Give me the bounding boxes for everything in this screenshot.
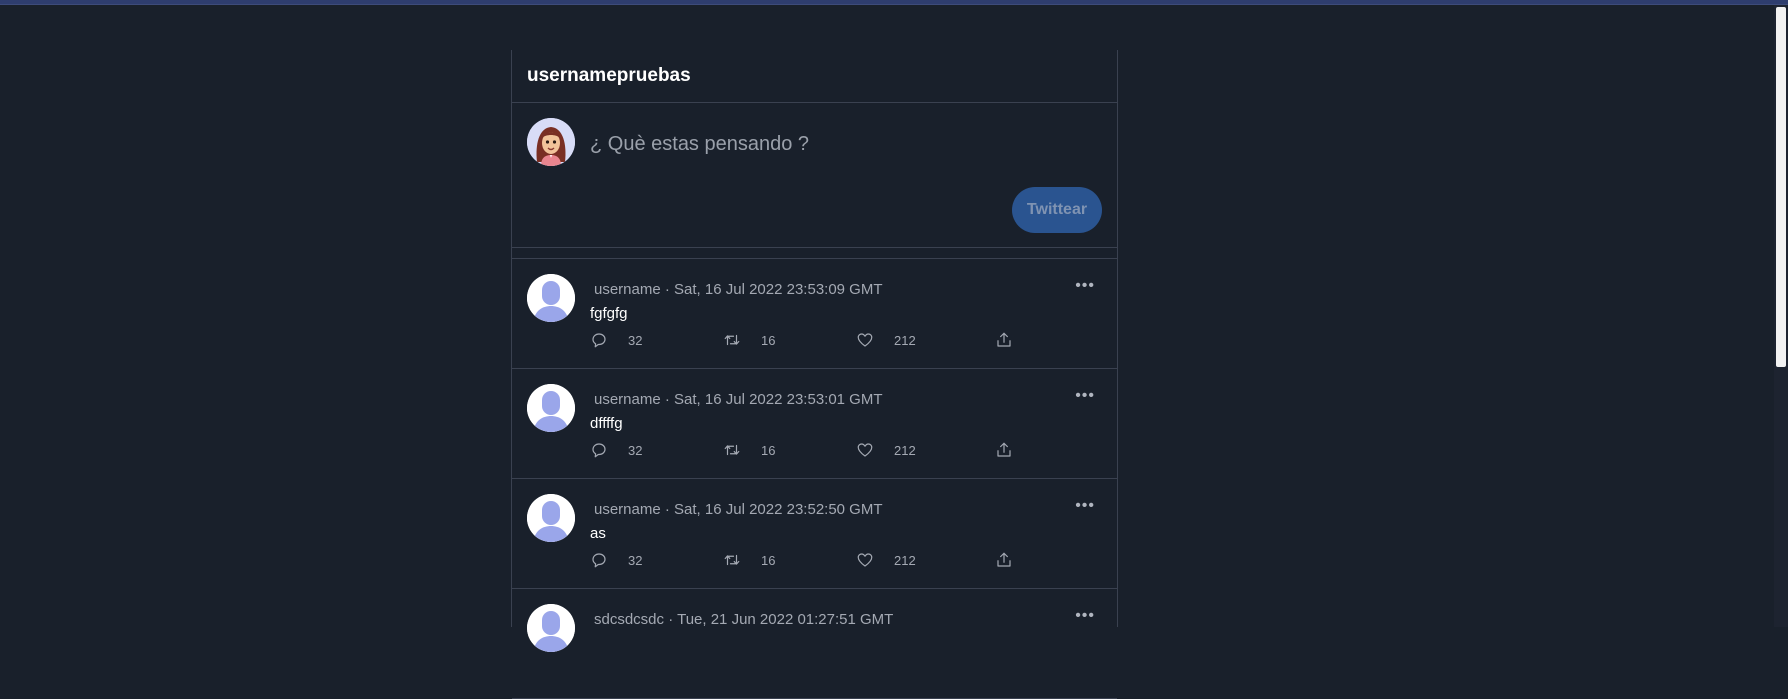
tweet-text: dffffg xyxy=(590,415,623,432)
heart-icon xyxy=(857,333,873,347)
share-icon xyxy=(997,442,1011,457)
tweet-item[interactable]: sdcsdcsdc · Tue, 21 Jun 2022 01:27:51 GM… xyxy=(512,589,1117,699)
like-count: 212 xyxy=(894,442,916,458)
default-avatar[interactable] xyxy=(527,604,575,652)
tweet-username[interactable]: username xyxy=(594,501,661,518)
retweet-button[interactable]: 16 xyxy=(723,331,775,349)
share-button[interactable] xyxy=(995,551,1013,569)
like-count: 212 xyxy=(894,332,916,348)
more-icon[interactable]: ••• xyxy=(1075,497,1095,515)
more-icon[interactable]: ••• xyxy=(1075,607,1095,625)
retweet-icon xyxy=(724,554,740,566)
tweet-actions: 32 16 212 xyxy=(590,441,1050,461)
retweet-count: 16 xyxy=(761,442,776,458)
tweet-date: Sat, 16 Jul 2022 23:53:09 GMT xyxy=(674,281,883,298)
share-button[interactable] xyxy=(995,441,1013,459)
tweet-username[interactable]: sdcsdcsdc xyxy=(594,611,664,628)
retweet-icon xyxy=(724,444,740,456)
person-placeholder-icon xyxy=(527,604,575,652)
tweet-item[interactable]: username · Sat, 16 Jul 2022 23:53:01 GMT… xyxy=(512,369,1117,479)
page-title: usernamepruebas xyxy=(527,65,691,86)
reply-button[interactable]: 32 xyxy=(590,331,642,349)
compose-input[interactable] xyxy=(588,128,1092,160)
heart-icon xyxy=(857,443,873,457)
user-avatar-illustration xyxy=(527,118,575,166)
like-count: 212 xyxy=(894,552,916,568)
tweet-text: as xyxy=(590,525,606,542)
user-avatar[interactable] xyxy=(527,118,575,166)
tweet-username[interactable]: username xyxy=(594,281,661,298)
more-icon[interactable]: ••• xyxy=(1075,277,1095,295)
reply-count: 32 xyxy=(628,442,643,458)
default-avatar[interactable] xyxy=(527,384,575,432)
timeline-column: usernamepruebas Twittear xyxy=(511,50,1118,699)
person-placeholder-icon xyxy=(527,384,575,432)
like-button[interactable]: 212 xyxy=(856,441,916,459)
tweet-meta: sdcsdcsdc · Tue, 21 Jun 2022 01:27:51 GM… xyxy=(594,611,894,628)
tweet-item[interactable]: username · Sat, 16 Jul 2022 23:53:09 GMT… xyxy=(512,259,1117,369)
tweet-meta: username · Sat, 16 Jul 2022 23:53:01 GMT xyxy=(594,391,883,408)
section-divider xyxy=(512,248,1117,259)
tweet-meta: username · Sat, 16 Jul 2022 23:53:09 GMT xyxy=(594,281,883,298)
reply-icon xyxy=(592,333,606,348)
browser-top-bar xyxy=(0,0,1788,5)
reply-count: 32 xyxy=(628,332,643,348)
default-avatar[interactable] xyxy=(527,494,575,542)
scrollbar[interactable] xyxy=(1774,5,1788,627)
tweet-item[interactable]: username · Sat, 16 Jul 2022 23:52:50 GMT… xyxy=(512,479,1117,589)
more-icon[interactable]: ••• xyxy=(1075,387,1095,405)
tweet-meta: username · Sat, 16 Jul 2022 23:52:50 GMT xyxy=(594,501,883,518)
heart-icon xyxy=(857,553,873,567)
tweet-actions: 32 16 212 xyxy=(590,331,1050,351)
reply-icon xyxy=(592,443,606,458)
tweet-button[interactable]: Twittear xyxy=(1012,187,1102,233)
like-button[interactable]: 212 xyxy=(856,551,916,569)
reply-button[interactable]: 32 xyxy=(590,551,642,569)
tweet-text: fgfgfg xyxy=(590,305,628,322)
retweet-button[interactable]: 16 xyxy=(723,441,775,459)
reply-button[interactable]: 32 xyxy=(590,441,642,459)
share-icon xyxy=(997,552,1011,567)
person-placeholder-icon xyxy=(527,274,575,322)
reply-count: 32 xyxy=(628,552,643,568)
tweet-username[interactable]: username xyxy=(594,391,661,408)
share-button[interactable] xyxy=(995,331,1013,349)
scrollbar-thumb[interactable] xyxy=(1776,7,1786,367)
tweet-date: Sat, 16 Jul 2022 23:53:01 GMT xyxy=(674,391,883,408)
tweet-actions: 32 16 212 xyxy=(590,551,1050,571)
tweet-date: Sat, 16 Jul 2022 23:52:50 GMT xyxy=(674,501,883,518)
compose-box: Twittear xyxy=(512,103,1117,248)
tweet-date: Tue, 21 Jun 2022 01:27:51 GMT xyxy=(677,611,894,628)
reply-icon xyxy=(592,553,606,568)
page-header: usernamepruebas xyxy=(512,50,1117,103)
like-button[interactable]: 212 xyxy=(856,331,916,349)
retweet-icon xyxy=(724,334,740,346)
default-avatar[interactable] xyxy=(527,274,575,322)
retweet-button[interactable]: 16 xyxy=(723,551,775,569)
retweet-count: 16 xyxy=(761,552,776,568)
person-placeholder-icon xyxy=(527,494,575,542)
retweet-count: 16 xyxy=(761,332,776,348)
share-icon xyxy=(997,332,1011,347)
